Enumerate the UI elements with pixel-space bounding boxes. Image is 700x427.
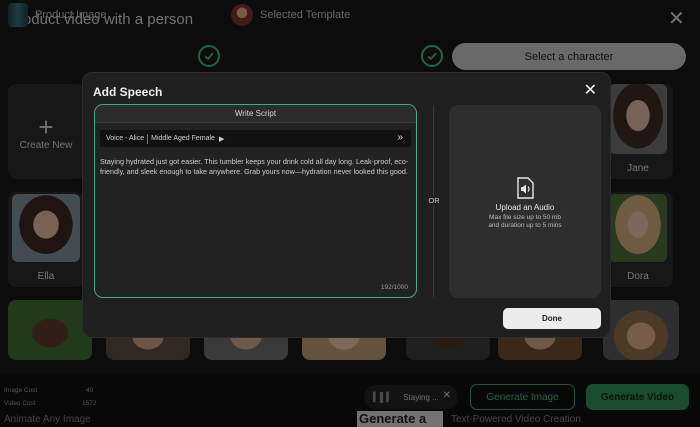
play-icon[interactable]: ▶ [219, 135, 224, 143]
add-speech-modal: Add Speech ✕ Write Script Voice - Alice … [82, 72, 611, 338]
upload-audio-panel[interactable]: Upload an Audio Max file size up to 50 m… [449, 105, 601, 298]
modal-title: Add Speech [93, 85, 163, 99]
app-page: Product video with a person ✕ Product Im… [0, 0, 700, 427]
done-button[interactable]: Done [503, 308, 601, 329]
upload-title: Upload an Audio [495, 203, 555, 212]
voice-selector[interactable]: Voice - Alice Middle Aged Female ▶ » [100, 130, 411, 147]
script-textarea[interactable]: Staying hydrated just got easier. This t… [100, 157, 412, 177]
or-label: OR [426, 196, 442, 205]
write-script-panel[interactable]: Write Script Voice - Alice Middle Aged F… [94, 104, 417, 298]
upload-hint-size: Max file size up to 50 mb [489, 214, 561, 221]
chevrons-right-icon[interactable]: » [397, 132, 403, 143]
upload-hint-duration: and duration up to 5 mins [488, 222, 562, 229]
close-icon[interactable]: ✕ [584, 83, 597, 99]
divider [147, 133, 149, 144]
voice-type: Middle Aged Female [151, 135, 215, 142]
audio-file-icon [517, 177, 534, 199]
voice-name: Voice - Alice [106, 135, 145, 142]
write-script-label: Write Script [95, 105, 416, 123]
char-count: 192/1000 [380, 284, 408, 291]
upload-hint: Max file size up to 50 mb and duration u… [449, 214, 601, 230]
